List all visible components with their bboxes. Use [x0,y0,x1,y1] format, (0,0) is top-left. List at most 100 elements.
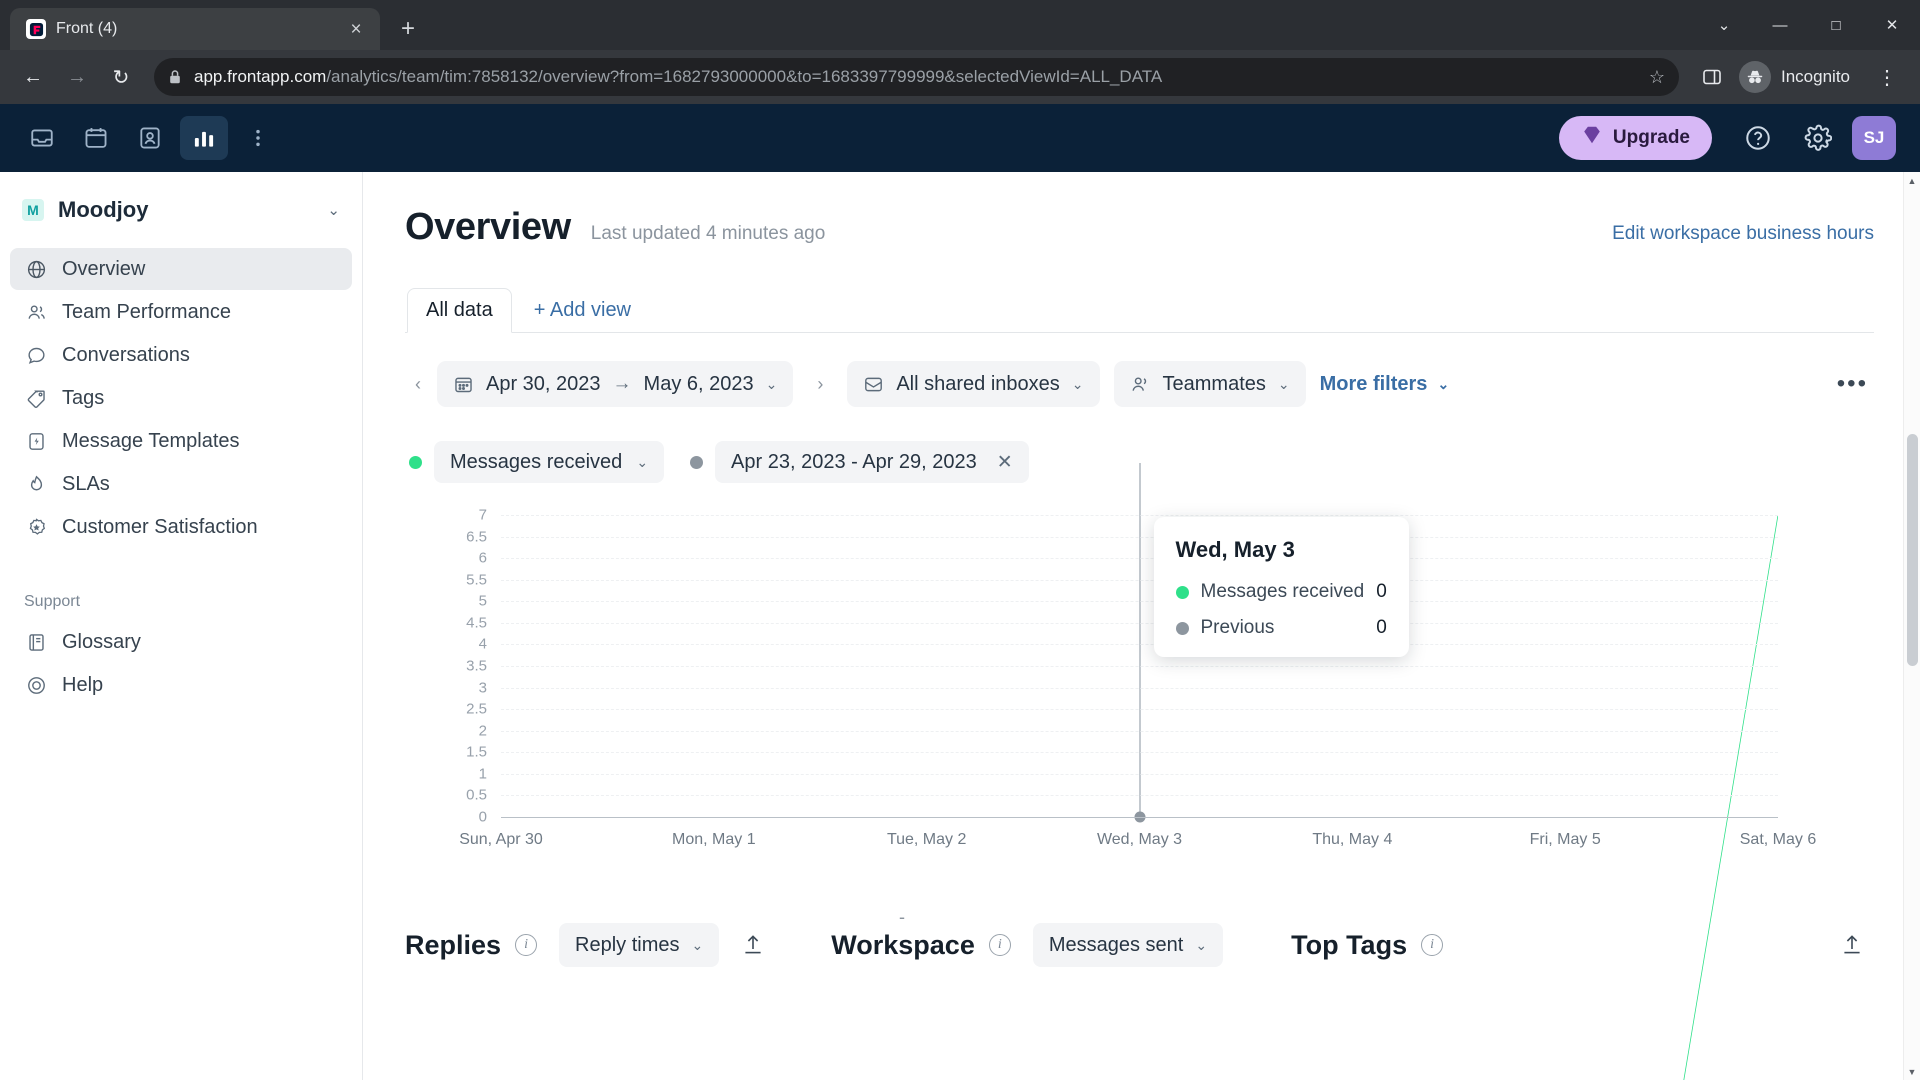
chart-y-tick-label: 5.5 [466,571,487,589]
close-icon[interactable]: ✕ [997,451,1013,474]
chevron-down-icon[interactable]: ⌄ [1437,376,1449,393]
side-panel-icon[interactable] [1693,58,1731,96]
filters-overflow-button[interactable]: ••• [1837,370,1874,398]
compare-color-dot [690,455,704,469]
analytics-icon[interactable] [180,116,228,160]
chevron-down-icon[interactable]: ⌄ [1696,0,1752,50]
close-icon[interactable]: × [342,15,370,43]
sidebar-item-customer-satisfaction[interactable]: Customer Satisfaction [10,506,352,548]
chart-y-tick-label: 7 [478,506,487,524]
previous-period-button[interactable]: ‹ [405,374,431,395]
back-icon[interactable]: ← [14,58,52,96]
sidebar: M Moodjoy ⌄ Overview Team Performance Co… [0,172,363,1080]
page-title: Overview [405,206,571,248]
close-window-button[interactable]: ✕ [1864,0,1920,50]
minimize-button[interactable]: — [1752,0,1808,50]
tooltip-row: Messages received 0 [1175,581,1387,603]
edit-business-hours-link[interactable]: Edit workspace business hours [1612,223,1874,245]
tooltip-series-value: 0 [1376,617,1387,638]
chevron-down-icon[interactable]: ⌄ [766,376,778,393]
sidebar-item-label: Overview [62,257,146,280]
chevron-down-icon[interactable]: ⌄ [1278,376,1290,393]
chart-y-tick-label: 2 [478,722,487,740]
browser-tabstrip: Front (4) × + ⌄ — □ ✕ [0,0,1920,50]
calendar-icon [453,374,474,395]
chart-gridline [501,795,1778,797]
browser-menu-icon[interactable]: ⋮ [1868,58,1906,96]
metric-label: Messages received [450,450,623,473]
upgrade-button[interactable]: Upgrade [1558,116,1712,160]
scroll-down-icon[interactable]: ▼ [1904,1063,1920,1080]
chart-gridline [501,536,1778,538]
new-tab-button[interactable]: + [394,15,422,43]
more-filters-button[interactable]: More filters ⌄ [1320,373,1450,396]
chevron-down-icon[interactable]: ⌄ [636,454,648,471]
sidebar-item-label: Help [62,673,104,696]
browser-tab[interactable]: Front (4) × [10,8,380,50]
scroll-up-icon[interactable]: ▲ [1904,172,1920,189]
incognito-profile-button[interactable]: Incognito [1735,58,1864,96]
reload-icon[interactable]: ↻ [102,58,140,96]
gear-icon[interactable] [1796,116,1840,160]
chart-y-tick-label: 0.5 [466,786,487,804]
chart-x-tick-label: Fri, May 5 [1529,831,1601,848]
bookmark-star-icon[interactable]: ☆ [1649,67,1665,88]
toolbar-right: Incognito ⋮ [1693,58,1906,96]
more-filters-label: More filters [1319,372,1428,395]
address-bar[interactable]: app.frontapp.com/analytics/team/tim:7858… [154,58,1679,96]
scrollbar-thumb[interactable] [1907,434,1918,666]
chart-gridline [501,666,1778,667]
main-scrollbar[interactable]: ▲ ▼ [1903,172,1920,1080]
tooltip-series-label: Messages received [1200,581,1365,602]
sidebar-item-glossary[interactable]: Glossary [10,621,352,663]
workspace-switcher[interactable]: M Moodjoy ⌄ [10,172,352,248]
date-range-picker[interactable]: Apr 30, 2023 → May 6, 2023 ⌄ [437,361,794,407]
chart-x-tick-label: Thu, May 4 [1312,831,1393,848]
avatar[interactable]: SJ [1852,116,1896,160]
chart-gridline [501,752,1778,754]
next-period-button[interactable]: › [807,374,833,395]
chat-bubble-icon [24,345,48,366]
sidebar-item-team-performance[interactable]: Team Performance [10,291,352,333]
maximize-button[interactable]: □ [1808,0,1864,50]
browser-tab-title: Front (4) [56,20,118,37]
chart-gridline [501,709,1778,711]
sidebar-item-conversations[interactable]: Conversations [10,334,352,376]
forward-icon[interactable]: → [58,58,96,96]
filters-bar: ‹ Apr 30, 2023 → May 6, 2023 ⌄ › All sha… [405,361,1874,407]
export-icon[interactable] [1840,933,1864,957]
sidebar-item-tags[interactable]: Tags [10,377,352,419]
teammates-filter[interactable]: Teammates ⌄ [1113,361,1306,407]
calendar-icon[interactable] [72,116,120,160]
metric-selector[interactable]: Messages received ⌄ [434,441,665,483]
chevron-down-icon[interactable]: ⌄ [327,201,340,219]
sidebar-item-overview[interactable]: Overview [10,248,352,290]
sidebar-item-slas[interactable]: SLAs [10,463,352,505]
chart-gridline [501,730,1778,732]
sidebar-item-help[interactable]: Help [10,664,352,706]
teammates-icon [1130,374,1151,395]
workspace-name: Moodjoy [58,197,149,222]
chart-x-tick-label: Wed, May 3 [1096,831,1183,848]
url-text: app.frontapp.com/analytics/team/tim:7858… [194,67,1637,87]
tab-all-data[interactable]: All data [407,288,512,333]
compare-range-chip[interactable]: Apr 23, 2023 - Apr 29, 2023 ✕ [715,441,1029,483]
contacts-icon[interactable] [126,116,174,160]
more-apps-icon[interactable] [234,116,282,160]
chart-tooltip: Wed, May 3 Messages received 0 Previous … [1153,517,1409,657]
inbox-icon[interactable] [18,116,66,160]
workspace-badge: M [22,199,44,221]
incognito-icon [1739,61,1771,93]
chevron-down-icon[interactable]: ⌄ [1072,376,1084,393]
date-arrow-icon: → [612,373,632,394]
question-circle-icon[interactable] [1736,116,1780,160]
chart-y-tick-label: 1.5 [466,743,487,761]
globe-icon [24,259,48,280]
chart-plot-area: 7 6.5 6 5.5 5 4.5 4 3.5 3 2.5 2 1.5 1 0.5 0 Sun, Apr 30… [459,463,1816,817]
sidebar-item-label: Customer Satisfaction [62,515,258,538]
sidebar-item-message-templates[interactable]: Message Templates [10,420,352,462]
url-domain: app.frontapp.com [194,67,327,86]
inbox-filter[interactable]: All shared inboxes ⌄ [847,361,1100,407]
add-view-button[interactable]: + Add view [524,289,641,332]
chart-x-tick-label: Tue, May 2 [886,831,967,848]
